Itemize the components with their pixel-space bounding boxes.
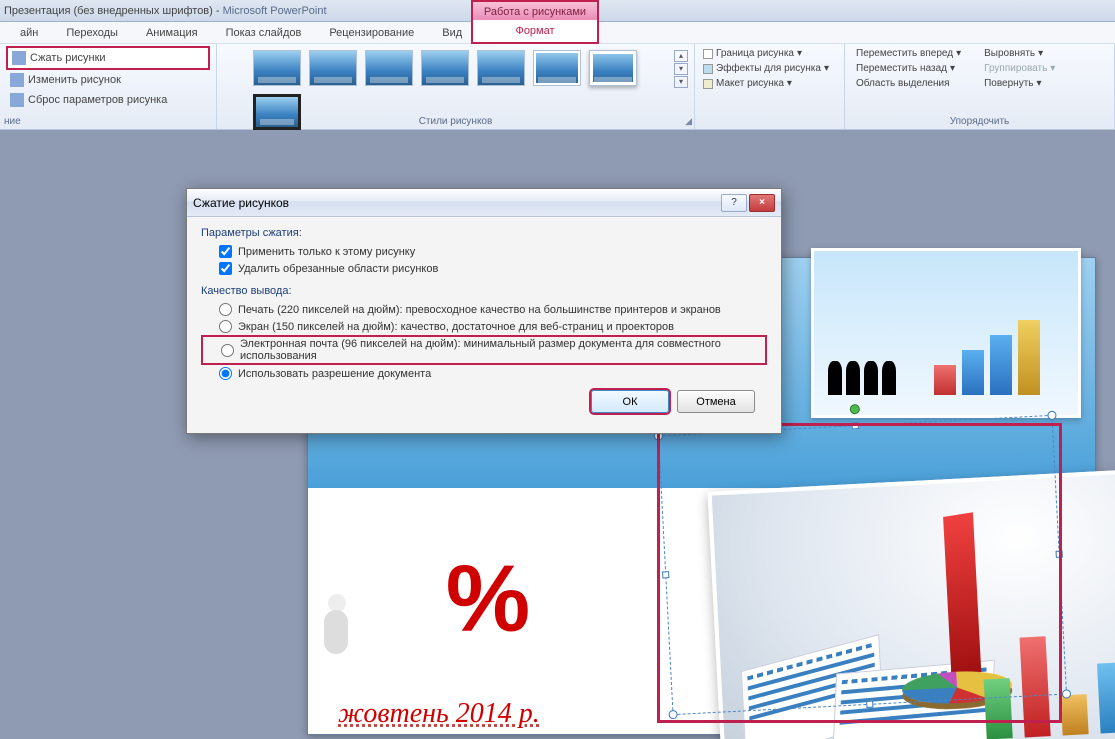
style-thumb[interactable] (589, 50, 637, 86)
ribbon-group-picture-outline: Граница рисунка ▾ Эффекты для рисунка ▾ … (695, 44, 845, 129)
tab-design[interactable]: айн (6, 22, 52, 43)
compress-pictures-button[interactable]: Сжать рисунки (6, 46, 210, 70)
styles-group-label: Стили рисунков (217, 116, 694, 127)
style-thumb[interactable] (365, 50, 413, 86)
radio-input[interactable] (219, 303, 232, 316)
rotate-button[interactable]: Повернуть ▾ (979, 76, 1057, 91)
checkbox-input[interactable] (219, 262, 232, 275)
reset-picture-label: Сброс параметров рисунка (28, 94, 167, 106)
ribbon-group-arrange: Переместить вперед ▾ Переместить назад ▾… (845, 44, 1115, 129)
send-backward-button[interactable]: Переместить назад ▾ (851, 61, 963, 76)
ribbon: Сжать рисунки Изменить рисунок Сброс пар… (0, 44, 1115, 130)
change-picture-icon (10, 73, 24, 87)
quality-email-label: Электронная почта (96 пикселей на дюйм):… (240, 338, 762, 362)
tab-view[interactable]: Вид (428, 22, 476, 43)
compress-pictures-label: Сжать рисунки (30, 52, 106, 64)
document-title: Презентация (без внедренных шрифтов) (4, 5, 213, 17)
output-quality-label: Качество вывода: (201, 285, 767, 297)
app-name: Microsoft PowerPoint (223, 5, 327, 17)
reset-picture-button[interactable]: Сброс параметров рисунка (6, 90, 210, 110)
bar-chart-3d (934, 320, 1040, 395)
change-picture-label: Изменить рисунок (28, 74, 121, 86)
ok-button[interactable]: ОК (591, 390, 669, 413)
tab-transitions[interactable]: Переходы (52, 22, 132, 43)
change-picture-button[interactable]: Изменить рисунок (6, 70, 210, 90)
quality-print-radio[interactable]: Печать (220 пикселей на дюйм): превосход… (201, 301, 767, 318)
rotation-handle[interactable] (849, 404, 860, 415)
compression-params-label: Параметры сжатия: (201, 227, 767, 239)
group-button[interactable]: Группировать ▾ (979, 61, 1057, 76)
picture-layout-button[interactable]: Макет рисунка ▾ (701, 76, 838, 91)
style-thumb[interactable] (533, 50, 581, 86)
dialog-help-button[interactable]: ? (721, 194, 747, 212)
dialog-body: Параметры сжатия: Применить только к это… (187, 217, 781, 433)
title-bar: Презентация (без внедренных шрифтов) - M… (0, 0, 1115, 22)
slide-percent-image[interactable]: % (338, 504, 638, 694)
resize-handle[interactable] (1056, 551, 1063, 558)
tab-format[interactable]: Формат (471, 20, 599, 44)
gallery-scroll[interactable]: ▴ ▾ ▾ (674, 50, 690, 89)
quality-email-radio-highlight: Электронная почта (96 пикселей на дюйм):… (201, 335, 767, 365)
gallery-down-icon[interactable]: ▾ (674, 63, 688, 75)
apply-only-this-checkbox[interactable]: Применить только к этому рисунку (201, 243, 767, 260)
dialog-close-button[interactable]: × (749, 194, 775, 212)
dialog-title-bar[interactable]: Сжатие рисунков ? × (187, 189, 781, 217)
ribbon-group-picture-styles: ▴ ▾ ▾ Стили рисунков ◢ (217, 44, 695, 129)
adjust-group-label: ние (0, 116, 216, 127)
resize-handle[interactable] (851, 422, 858, 429)
checkbox-input[interactable] (219, 245, 232, 258)
tab-review[interactable]: Рецензирование (315, 22, 428, 43)
slide-date-text[interactable]: жовтень 2014 р. (338, 698, 540, 730)
selection-pane-button[interactable]: Область выделения (851, 76, 963, 91)
style-thumb[interactable] (477, 50, 525, 86)
radio-input[interactable] (219, 320, 232, 333)
layout-icon (703, 79, 713, 89)
align-button[interactable]: Выровнять ▾ (979, 46, 1057, 61)
slide-top-right-image[interactable] (811, 248, 1081, 418)
resize-handle[interactable] (662, 571, 669, 578)
arrange-group-label: Упорядочить (845, 116, 1114, 127)
quality-document-label: Использовать разрешение документа (238, 368, 431, 380)
style-thumb[interactable] (421, 50, 469, 86)
tab-slideshow[interactable]: Показ слайдов (212, 22, 316, 43)
gallery-up-icon[interactable]: ▴ (674, 50, 688, 62)
dialog-title: Сжатие рисунков (193, 196, 719, 210)
compress-icon (12, 51, 26, 65)
people-silhouettes (828, 361, 896, 395)
mannequin-icon (304, 580, 374, 680)
compress-pictures-dialog: Сжатие рисунков ? × Параметры сжатия: Пр… (186, 188, 782, 434)
style-thumb[interactable] (253, 50, 301, 86)
picture-border-button[interactable]: Граница рисунка ▾ (701, 46, 838, 61)
delete-cropped-label: Удалить обрезанные области рисунков (238, 263, 438, 275)
quality-email-radio[interactable]: Электронная почта (96 пикселей на дюйм):… (221, 338, 762, 362)
quality-print-label: Печать (220 пикселей на дюйм): превосход… (238, 304, 721, 316)
dialog-buttons: ОК Отмена (201, 382, 767, 425)
cancel-button[interactable]: Отмена (677, 390, 755, 413)
ribbon-tabs: айн Переходы Анимация Показ слайдов Реце… (0, 22, 1115, 44)
context-tab-picture-tools: Работа с рисунками (471, 0, 599, 22)
ribbon-group-adjust: Сжать рисунки Изменить рисунок Сброс пар… (0, 44, 217, 129)
radio-input[interactable] (219, 367, 232, 380)
effects-icon (703, 64, 713, 74)
dialog-launcher-icon[interactable]: ◢ (685, 116, 692, 127)
tab-animation[interactable]: Анимация (132, 22, 212, 43)
resize-handle[interactable] (866, 701, 873, 708)
style-thumb[interactable] (309, 50, 357, 86)
radio-input[interactable] (221, 344, 234, 357)
quality-screen-radio[interactable]: Экран (150 пикселей на дюйм): качество, … (201, 318, 767, 335)
picture-effects-button[interactable]: Эффекты для рисунка ▾ (701, 61, 838, 76)
gallery-more-icon[interactable]: ▾ (674, 76, 688, 88)
quality-screen-label: Экран (150 пикселей на дюйм): качество, … (238, 321, 674, 333)
apply-only-this-label: Применить только к этому рисунку (238, 246, 415, 258)
delete-cropped-checkbox[interactable]: Удалить обрезанные области рисунков (201, 260, 767, 277)
reset-picture-icon (10, 93, 24, 107)
border-icon (703, 49, 713, 59)
bring-forward-button[interactable]: Переместить вперед ▾ (851, 46, 963, 61)
percent-symbol: % (446, 545, 530, 654)
selection-box (658, 415, 1067, 715)
quality-document-radio[interactable]: Использовать разрешение документа (201, 365, 767, 382)
